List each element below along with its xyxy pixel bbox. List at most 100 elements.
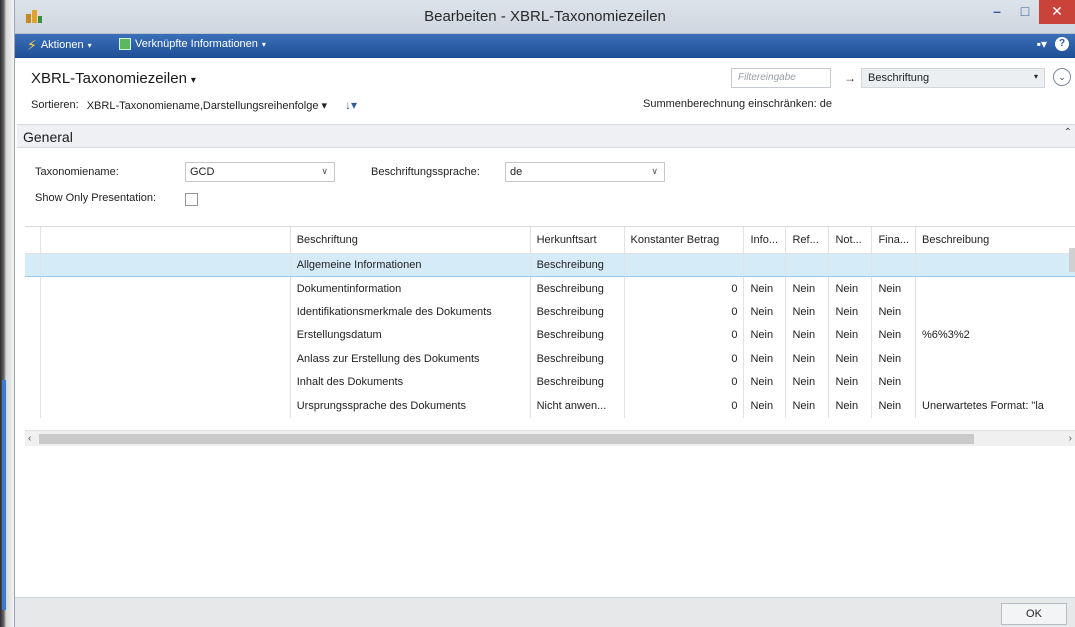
cell-beschreibung[interactable] xyxy=(915,252,1075,277)
cell-beschreibung[interactable]: Unerwartetes Format: "la xyxy=(915,394,1075,418)
column-header-ref[interactable]: Ref... xyxy=(785,227,830,254)
cell-konstanter-betrag[interactable]: 0 xyxy=(624,300,745,324)
cell-ref[interactable]: Nein xyxy=(785,370,830,394)
cell-beschreibung[interactable] xyxy=(915,276,1075,300)
horizontal-scrollbar-thumb[interactable] xyxy=(39,434,974,444)
cell-fina[interactable]: Nein xyxy=(871,323,917,347)
cell-fina[interactable]: Nein xyxy=(871,347,917,371)
cell-beschriftung[interactable]: Allgemeine Informationen xyxy=(290,252,531,277)
cell-not[interactable]: Nein xyxy=(828,300,873,324)
column-header-not[interactable]: Not... xyxy=(828,227,873,254)
table-row[interactable]: Erstellungsdatum Beschreibung 0 Nein Nei… xyxy=(25,323,1075,347)
cell-konstanter-betrag[interactable]: 0 xyxy=(624,347,745,371)
cell-info[interactable] xyxy=(743,252,787,277)
row-marker[interactable] xyxy=(25,394,42,418)
row-marker[interactable] xyxy=(25,370,42,394)
cell-beschriftung[interactable]: Ursprungssprache des Dokuments xyxy=(290,394,531,418)
cell-fina[interactable] xyxy=(871,252,917,277)
cell-info[interactable]: Nein xyxy=(743,300,787,324)
close-button[interactable]: ✕ xyxy=(1039,0,1075,24)
cell-beschreibung[interactable] xyxy=(915,300,1075,324)
table-row[interactable]: Dokumentinformation Beschreibung 0 Nein … xyxy=(25,276,1075,300)
sort-order-icon[interactable]: ↓▾ xyxy=(345,98,357,112)
table-row[interactable]: Identifikationsmerkmale des Dokuments Be… xyxy=(25,300,1075,324)
cell-info[interactable]: Nein xyxy=(743,370,787,394)
cell-ref[interactable]: Nein xyxy=(785,300,830,324)
column-header-info[interactable]: Info... xyxy=(743,227,787,254)
cell-not[interactable]: Nein xyxy=(828,370,873,394)
cell-herkunftsart[interactable]: Beschreibung xyxy=(530,347,625,371)
cell-ref[interactable] xyxy=(785,252,830,277)
collapse-icon[interactable]: ⌃ xyxy=(1064,127,1072,138)
cell-fina[interactable]: Nein xyxy=(871,276,917,300)
filter-field-select[interactable]: Beschriftung ▾ xyxy=(861,68,1045,88)
cell-beschriftung[interactable]: Erstellungsdatum xyxy=(290,323,531,347)
table-row[interactable]: Anlass zur Erstellung des Dokuments Besc… xyxy=(25,347,1075,371)
row-marker[interactable] xyxy=(25,323,42,347)
cell-fina[interactable]: Nein xyxy=(871,300,917,324)
vertical-scrollbar-thumb[interactable] xyxy=(1069,248,1075,272)
cell-beschriftung[interactable]: Anlass zur Erstellung des Dokuments xyxy=(290,347,531,371)
cell-konstanter-betrag[interactable]: 0 xyxy=(624,370,745,394)
cell-beschriftung[interactable]: Dokumentinformation xyxy=(290,276,531,300)
cell-fina[interactable]: Nein xyxy=(871,394,917,418)
expand-circle-icon[interactable]: ⌄ xyxy=(1053,68,1071,86)
cell-beschreibung[interactable] xyxy=(915,347,1075,371)
cell-fina[interactable]: Nein xyxy=(871,370,917,394)
cell-ref[interactable]: Nein xyxy=(785,394,830,418)
cell-ref[interactable]: Nein xyxy=(785,347,830,371)
maximize-button[interactable]: □ xyxy=(1011,0,1039,24)
row-marker[interactable] xyxy=(25,276,42,300)
cell-not[interactable]: Nein xyxy=(828,276,873,300)
cell-beschriftung[interactable]: Identifikationsmerkmale des Dokuments xyxy=(290,300,531,324)
label-language-field[interactable]: de ∨ xyxy=(505,162,665,182)
title-bar[interactable]: Bearbeiten - XBRL-Taxonomiezeilen – □ ✕ xyxy=(15,0,1075,34)
arrow-right-icon[interactable]: → xyxy=(841,68,859,88)
ok-button[interactable]: OK xyxy=(1001,603,1067,625)
actions-menu[interactable]: ⚡ Aktionen ▾ xyxy=(27,38,92,52)
cell-konstanter-betrag[interactable]: 0 xyxy=(624,394,745,418)
cell-konstanter-betrag[interactable]: 0 xyxy=(624,276,745,300)
cell-herkunftsart[interactable]: Beschreibung xyxy=(530,300,625,324)
taxonomy-name-field[interactable]: GCD ∨ xyxy=(185,162,335,182)
cell-info[interactable]: Nein xyxy=(743,323,787,347)
table-row[interactable]: Inhalt des Dokuments Beschreibung 0 Nein… xyxy=(25,370,1075,394)
cell-not[interactable] xyxy=(828,252,873,277)
cell-konstanter-betrag[interactable]: 0 xyxy=(624,323,745,347)
table-row[interactable]: Ursprungssprache des Dokuments Nicht anw… xyxy=(25,394,1075,418)
cell-herkunftsart[interactable]: Nicht anwen... xyxy=(530,394,625,418)
column-header-fina[interactable]: Fina... xyxy=(871,227,917,254)
cell-herkunftsart[interactable]: Beschreibung xyxy=(530,323,625,347)
minimize-button[interactable]: – xyxy=(983,0,1011,24)
cell-info[interactable]: Nein xyxy=(743,394,787,418)
column-header-beschreibung[interactable]: Beschreibung xyxy=(915,227,1075,254)
general-fasttab-header[interactable]: General ⌃ xyxy=(17,124,1075,148)
cell-beschreibung[interactable] xyxy=(915,370,1075,394)
cell-not[interactable]: Nein xyxy=(828,347,873,371)
horizontal-scrollbar[interactable]: ‹ › xyxy=(25,430,1075,446)
related-information-menu[interactable]: Verknüpfte Informationen ▾ xyxy=(119,38,266,50)
filter-input[interactable]: Filtereingabe xyxy=(731,68,831,88)
cell-not[interactable]: Nein xyxy=(828,394,873,418)
row-marker[interactable] xyxy=(25,252,42,277)
cell-ref[interactable]: Nein xyxy=(785,276,830,300)
help-icon[interactable]: ? xyxy=(1055,37,1069,51)
scroll-left-icon[interactable]: ‹ xyxy=(28,431,31,447)
cell-not[interactable]: Nein xyxy=(828,323,873,347)
cell-herkunftsart[interactable]: Beschreibung xyxy=(530,370,625,394)
cell-herkunftsart[interactable]: Beschreibung xyxy=(530,276,625,300)
cell-konstanter-betrag[interactable] xyxy=(624,252,745,277)
table-row[interactable]: Allgemeine Informationen Beschreibung xyxy=(25,252,1075,277)
column-header-beschriftung[interactable]: Beschriftung xyxy=(290,227,531,254)
cell-info[interactable]: Nein xyxy=(743,347,787,371)
row-marker[interactable] xyxy=(25,347,42,371)
cell-beschreibung[interactable]: %6%3%2 xyxy=(915,323,1075,347)
column-header-konstanter-betrag[interactable]: Konstanter Betrag xyxy=(624,227,745,254)
cell-ref[interactable]: Nein xyxy=(785,323,830,347)
page-title[interactable]: XBRL-Taxonomiezeilen ▾ xyxy=(31,70,196,87)
row-marker[interactable] xyxy=(25,300,42,324)
column-header-herkunftsart[interactable]: Herkunftsart xyxy=(530,227,625,254)
show-only-presentation-checkbox[interactable] xyxy=(185,193,198,206)
cell-info[interactable]: Nein xyxy=(743,276,787,300)
layout-menu-icon[interactable]: ▪▾ xyxy=(1037,37,1047,51)
